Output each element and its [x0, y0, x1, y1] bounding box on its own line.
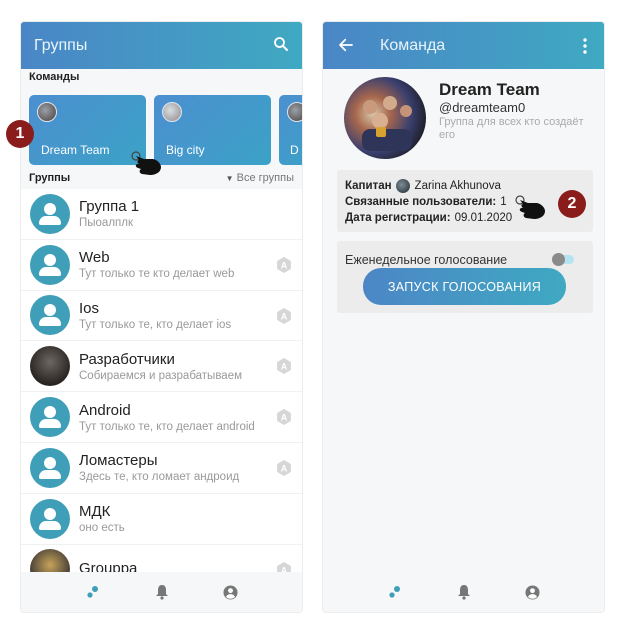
- captain-row: Капитан Zarina Akhunova: [345, 178, 585, 194]
- avatar: [30, 244, 70, 285]
- team-avatar: [287, 102, 302, 122]
- team-name: Dream Team: [439, 80, 540, 99]
- teams-label: Команды: [29, 71, 80, 83]
- team-card-dream-team[interactable]: Dream Team: [29, 95, 146, 165]
- team-avatar: [162, 102, 182, 122]
- svg-text:A: A: [281, 311, 288, 321]
- group-title: Ломастеры: [79, 452, 158, 470]
- weekly-vote-toggle[interactable]: [552, 253, 576, 266]
- list-item[interactable]: Android Тут только те, кто делает androi…: [21, 392, 302, 443]
- team-card-name: Big city: [166, 143, 205, 157]
- team-card-name: D: [290, 143, 299, 157]
- pointer-hand-icon: [131, 151, 161, 175]
- group-subtitle: Тут только те, кто делает ios: [79, 318, 232, 331]
- team-screen: Команда Dream Team @dreamteam0 Группа дл…: [323, 22, 604, 612]
- group-title: Web: [79, 249, 110, 267]
- groups-nav-icon[interactable]: [383, 580, 407, 604]
- admin-badge-icon: A: [277, 358, 291, 375]
- back-arrow-icon[interactable]: [337, 36, 357, 56]
- team-card-name: Dream Team: [41, 143, 110, 157]
- step-callout-1: 1: [6, 120, 34, 148]
- team-handle: @dreamteam0: [439, 100, 526, 115]
- more-vertical-icon[interactable]: [576, 37, 596, 57]
- screen-title: Команда: [380, 36, 446, 54]
- groups-nav-icon[interactable]: [81, 580, 105, 604]
- group-title: Группа 1: [79, 198, 140, 216]
- admin-badge-icon: A: [277, 409, 291, 426]
- avatar: [395, 179, 410, 193]
- weekly-vote-label: Еженедельное голосование: [345, 253, 508, 267]
- pointer-hand-icon: [515, 195, 545, 219]
- group-title: Android: [79, 401, 131, 419]
- bell-icon[interactable]: [150, 580, 174, 604]
- team-photo: [344, 77, 426, 159]
- screen-title: Группы: [34, 36, 88, 54]
- linked-users-row[interactable]: Связанные пользователи: 1: [345, 194, 585, 210]
- registration-value: 09.01.2020: [454, 212, 513, 224]
- svg-text:A: A: [281, 413, 288, 423]
- group-subtitle: Пыоалплк: [79, 217, 134, 230]
- avatar: [30, 295, 70, 336]
- svg-text:A: A: [281, 362, 288, 372]
- all-groups-label: Все группы: [236, 172, 294, 184]
- bell-icon[interactable]: [452, 580, 476, 604]
- group-subtitle: Собираемся и разрабатываем: [79, 369, 242, 382]
- start-vote-button[interactable]: ЗАПУСК ГОЛОСОВАНИЯ: [363, 268, 566, 305]
- group-subtitle: Тут только те кто делает web: [79, 268, 235, 281]
- group-subtitle: Тут только те, кто делает android: [79, 420, 255, 433]
- team-card-partial[interactable]: D: [279, 95, 302, 165]
- teams-carousel[interactable]: Dream Team Big city D: [29, 95, 302, 165]
- profile-icon[interactable]: [219, 580, 243, 604]
- team-avatar: [37, 102, 57, 122]
- group-title: Ios: [79, 299, 100, 317]
- list-item[interactable]: МДК оно есть: [21, 493, 302, 545]
- team-description: Группа для всех кто создаёт его: [439, 116, 584, 142]
- group-title: Разработчики: [79, 350, 175, 368]
- avatar: [30, 193, 70, 234]
- avatar: [30, 447, 70, 488]
- list-item[interactable]: Web Тут только те кто делает web A: [21, 239, 302, 291]
- groups-screen: Группы Команды Dream Team Big city D Гру…: [21, 22, 302, 612]
- admin-badge-icon: A: [277, 256, 291, 273]
- svg-text:A: A: [281, 260, 288, 270]
- bottom-nav: [323, 572, 604, 612]
- groups-label: Группы: [29, 172, 71, 184]
- list-item[interactable]: Ломастеры Здесь те, кто ломает андроид A: [21, 442, 302, 494]
- linked-users-value: 1: [500, 196, 507, 208]
- bottom-nav: [21, 572, 302, 612]
- app-bar: Группы: [21, 22, 302, 69]
- app-bar: Команда: [323, 22, 604, 69]
- chevron-down-icon: ▼: [225, 174, 234, 183]
- search-icon[interactable]: [272, 35, 292, 55]
- groups-list: Группа 1 Пыоалплк Web Тут только те кто …: [21, 189, 302, 596]
- linked-users-label: Связанные пользователи:: [345, 196, 497, 208]
- list-item[interactable]: Ios Тут только те, кто делает ios A: [21, 290, 302, 342]
- team-card-big-city[interactable]: Big city: [154, 95, 271, 165]
- avatar: [30, 498, 70, 539]
- avatar: [30, 397, 70, 438]
- all-groups-filter[interactable]: ▼ Все группы: [226, 172, 294, 184]
- group-subtitle: оно есть: [79, 522, 125, 535]
- profile-icon[interactable]: [521, 580, 545, 604]
- avatar: [30, 346, 70, 387]
- admin-badge-icon: A: [277, 307, 291, 324]
- group-subtitle: Здесь те, кто ломает андроид: [79, 471, 240, 484]
- admin-badge-icon: A: [277, 459, 291, 476]
- step-callout-2: 2: [558, 190, 586, 218]
- captain-label: Капитан: [345, 180, 392, 192]
- registration-row: Дата регистрации: 09.01.2020: [345, 210, 585, 226]
- svg-text:A: A: [281, 463, 288, 473]
- group-title: МДК: [79, 503, 111, 521]
- registration-label: Дата регистрации:: [345, 212, 451, 224]
- list-item[interactable]: Разработчики Собираемся и разрабатываем …: [21, 341, 302, 393]
- voting-card: Еженедельное голосование ЗАПУСК ГОЛОСОВА…: [337, 241, 593, 313]
- team-info-card: Капитан Zarina Akhunova Связанные пользо…: [337, 170, 593, 232]
- captain-name[interactable]: Zarina Akhunova: [415, 180, 501, 192]
- list-item[interactable]: Группа 1 Пыоалплк: [21, 189, 302, 240]
